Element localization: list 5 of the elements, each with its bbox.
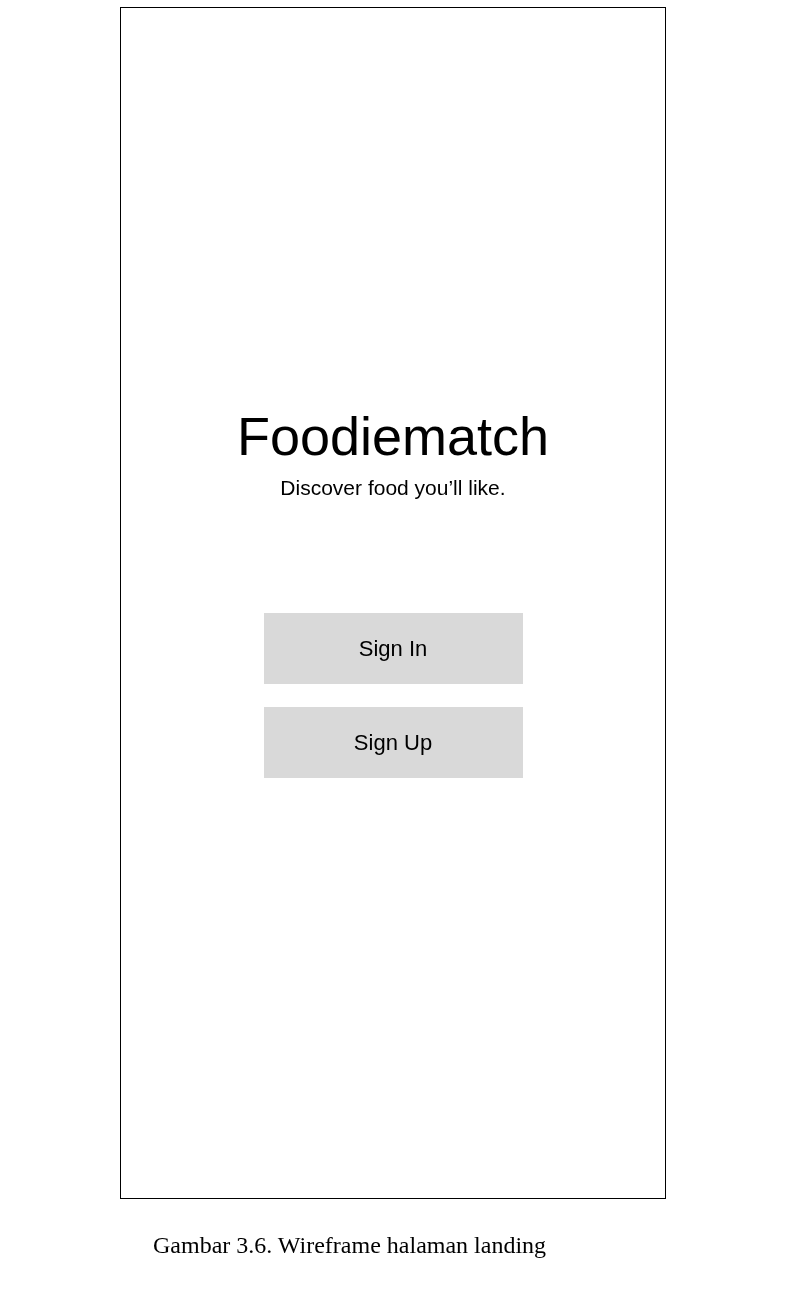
auth-button[interactable]: Sign In — [263, 613, 523, 684]
tagline: Discover food you’ll like. — [280, 475, 506, 501]
figure-caption: Gambar 3.6. Wireframe halaman landing — [153, 1231, 548, 1260]
app-title: Foodiematch — [236, 405, 550, 468]
auth-button[interactable]: Sign Up — [263, 707, 523, 778]
